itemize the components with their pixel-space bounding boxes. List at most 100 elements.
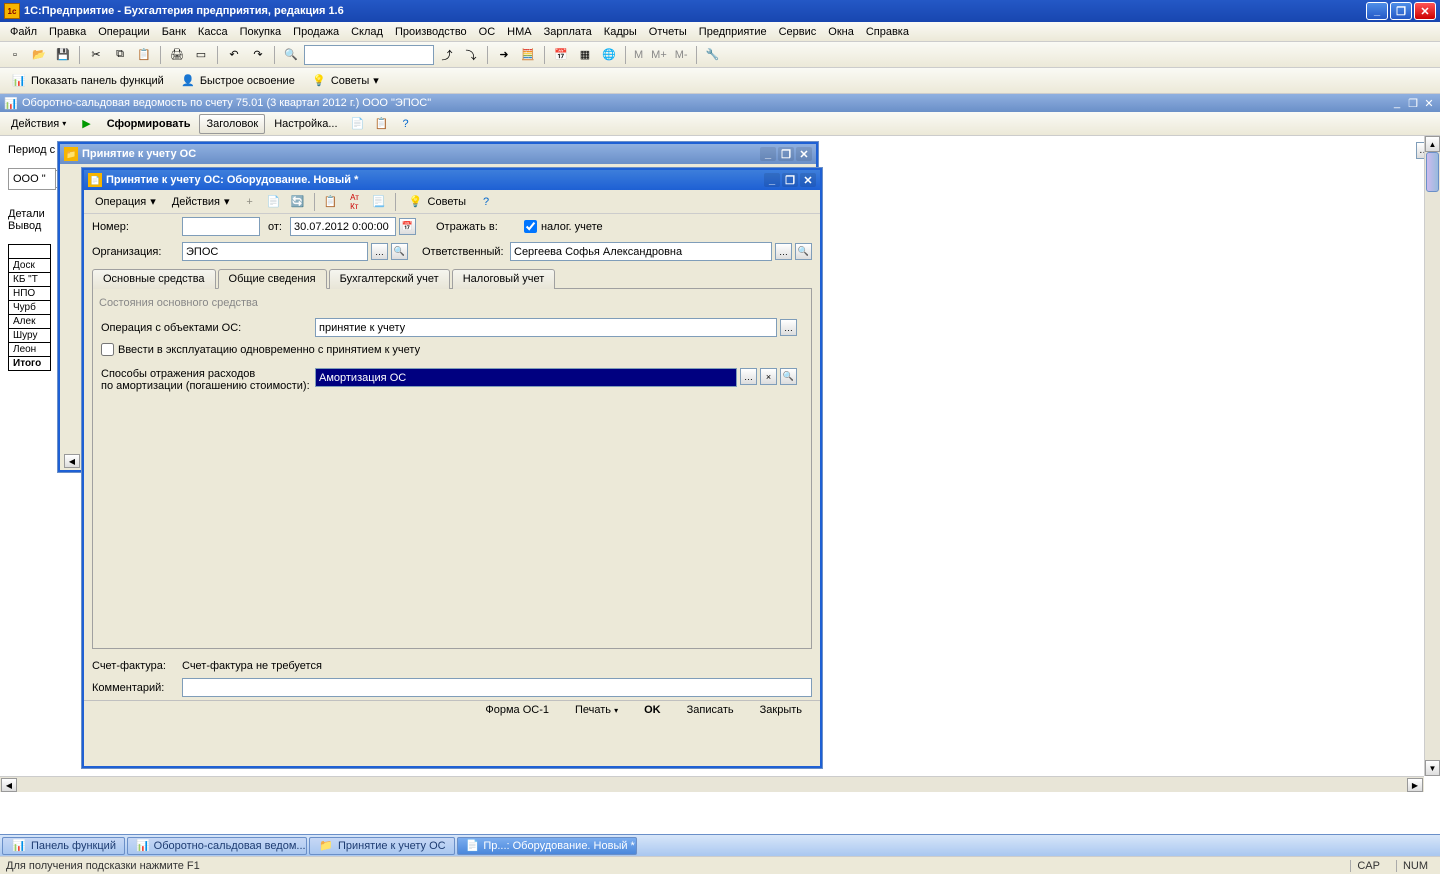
- write-button[interactable]: Записать: [679, 704, 742, 724]
- dialog-actions-dropdown[interactable]: Действия▾: [165, 191, 237, 213]
- resp-input[interactable]: Сергеева Софья Александровна: [510, 242, 772, 261]
- dt-kt-icon[interactable]: АтКт: [344, 191, 366, 213]
- find-prev-icon[interactable]: ⤵: [460, 44, 482, 66]
- menu-warehouse[interactable]: Склад: [345, 24, 389, 40]
- form-os1-button[interactable]: Форма ОС-1: [477, 704, 557, 724]
- commission-checkbox[interactable]: Ввести в эксплуатацию одновременно с при…: [101, 343, 420, 356]
- org-select-button[interactable]: …: [371, 243, 388, 260]
- search-icon[interactable]: 🔍: [280, 44, 302, 66]
- close-button[interactable]: ✕: [1414, 2, 1436, 20]
- preview-icon[interactable]: ▭: [190, 44, 212, 66]
- print-dropdown[interactable]: Печать ▾: [567, 704, 626, 724]
- menu-nma[interactable]: НМА: [501, 24, 537, 40]
- dialog-title[interactable]: 📄 Принятие к учету ОС: Оборудование. Нов…: [84, 170, 820, 190]
- dialog-restore-button[interactable]: ❐: [782, 173, 798, 187]
- copy-icon[interactable]: ⧉: [109, 44, 131, 66]
- task-os-list[interactable]: 📁Принятие к учету ОС: [309, 837, 455, 855]
- help-icon[interactable]: ?: [395, 113, 417, 135]
- date-input[interactable]: 30.07.2012 0:00:00: [290, 217, 396, 236]
- new-doc-icon[interactable]: ▫: [4, 44, 26, 66]
- outer-minimize-button[interactable]: _: [760, 147, 776, 161]
- sub-close-button[interactable]: ✕: [1422, 96, 1436, 110]
- menu-company[interactable]: Предприятие: [693, 24, 773, 40]
- task-os-new[interactable]: 📄Пр...: Оборудование. Новый *: [457, 837, 637, 855]
- tab-general-info[interactable]: Общие сведения: [218, 269, 327, 289]
- sub-restore-button[interactable]: ❐: [1406, 96, 1420, 110]
- tab-main-assets[interactable]: Основные средства: [92, 269, 216, 289]
- add-icon[interactable]: +: [239, 191, 261, 213]
- dialog-help-icon[interactable]: ?: [475, 191, 497, 213]
- scroll-up-icon[interactable]: ▲: [1425, 136, 1440, 152]
- menu-salary[interactable]: Зарплата: [538, 24, 598, 40]
- print-icon[interactable]: 🖨: [166, 44, 188, 66]
- content-scrollbar[interactable]: ▲ ▼: [1424, 136, 1440, 776]
- outer-restore-button[interactable]: ❐: [778, 147, 794, 161]
- grid-icon[interactable]: ▦: [574, 44, 596, 66]
- menu-service[interactable]: Сервис: [773, 24, 823, 40]
- operation-select-button[interactable]: …: [780, 319, 797, 336]
- menu-edit[interactable]: Правка: [43, 24, 92, 40]
- show-panel-button[interactable]: 📊Показать панель функций: [4, 70, 171, 92]
- org-search-button[interactable]: 🔍: [391, 243, 408, 260]
- dialog-tips-button[interactable]: 💡Советы: [401, 191, 473, 213]
- browser-icon[interactable]: 🌐: [598, 44, 620, 66]
- number-input[interactable]: [182, 217, 260, 236]
- heading-button[interactable]: Заголовок: [199, 114, 265, 134]
- amort-search-button[interactable]: 🔍: [780, 368, 797, 385]
- settings-button[interactable]: Настройка...: [267, 114, 344, 134]
- menu-file[interactable]: Файл: [4, 24, 43, 40]
- report-tool2-icon[interactable]: 📋: [371, 113, 393, 135]
- form-report-button[interactable]: Сформировать: [100, 114, 198, 134]
- hscroll-left-icon[interactable]: ◀: [1, 778, 17, 792]
- find-next-icon[interactable]: ⤴: [436, 44, 458, 66]
- refresh-icon[interactable]: 🔄: [287, 191, 309, 213]
- menu-windows[interactable]: Окна: [822, 24, 860, 40]
- amortization-input[interactable]: Амортизация ОС: [315, 368, 737, 387]
- close-dialog-button[interactable]: Закрыть: [752, 704, 810, 724]
- menu-production[interactable]: Производство: [389, 24, 473, 40]
- tips-button[interactable]: 💡Советы▾: [304, 70, 386, 92]
- resp-select-button[interactable]: …: [775, 243, 792, 260]
- actions-dropdown[interactable]: Действия▾: [4, 114, 73, 134]
- org-input[interactable]: ЭПОС: [182, 242, 368, 261]
- hscroll-left-icon[interactable]: ◀: [64, 454, 80, 468]
- report-tool1-icon[interactable]: 📄: [347, 113, 369, 135]
- dialog-minimize-button[interactable]: _: [764, 173, 780, 187]
- calc-icon[interactable]: 🧮: [517, 44, 539, 66]
- cut-icon[interactable]: ✂: [85, 44, 107, 66]
- menu-help[interactable]: Справка: [860, 24, 915, 40]
- posting-icon[interactable]: 📋: [320, 191, 342, 213]
- sub-minimize-button[interactable]: _: [1390, 96, 1404, 110]
- menu-os[interactable]: ОС: [473, 24, 502, 40]
- doc-action-icon[interactable]: 📄: [263, 191, 285, 213]
- list-icon[interactable]: 📃: [368, 191, 390, 213]
- menu-reports[interactable]: Отчеты: [643, 24, 693, 40]
- tools-icon[interactable]: 🔧: [702, 44, 724, 66]
- resp-search-button[interactable]: 🔍: [795, 243, 812, 260]
- paste-icon[interactable]: 📋: [133, 44, 155, 66]
- outer-close-button[interactable]: ✕: [796, 147, 812, 161]
- menu-hr[interactable]: Кадры: [598, 24, 643, 40]
- ok-button[interactable]: OK: [636, 704, 669, 724]
- menu-cash[interactable]: Касса: [192, 24, 234, 40]
- menu-operations[interactable]: Операции: [92, 24, 155, 40]
- comment-input[interactable]: [182, 678, 812, 697]
- task-report[interactable]: 📊Оборотно-сальдовая ведом...: [127, 837, 307, 855]
- dialog-close-button[interactable]: ✕: [800, 173, 816, 187]
- search-combo[interactable]: [304, 45, 434, 65]
- go-icon[interactable]: ➜: [493, 44, 515, 66]
- undo-icon[interactable]: ↶: [223, 44, 245, 66]
- calendar-icon[interactable]: 📅: [550, 44, 572, 66]
- operation-input[interactable]: принятие к учету: [315, 318, 777, 337]
- tax-checkbox[interactable]: налог. учете: [524, 220, 603, 233]
- scroll-down-icon[interactable]: ▼: [1425, 760, 1440, 776]
- menu-purchase[interactable]: Покупка: [234, 24, 288, 40]
- menu-sale[interactable]: Продажа: [287, 24, 345, 40]
- tab-accounting[interactable]: Бухгалтерский учет: [329, 269, 450, 289]
- redo-icon[interactable]: ↷: [247, 44, 269, 66]
- quick-learn-button[interactable]: 👤Быстрое освоение: [173, 70, 302, 92]
- play-icon[interactable]: ▶: [75, 114, 97, 134]
- maximize-button[interactable]: ❐: [1390, 2, 1412, 20]
- task-panel-functions[interactable]: 📊Панель функций: [2, 837, 125, 855]
- save-icon[interactable]: 💾: [52, 44, 74, 66]
